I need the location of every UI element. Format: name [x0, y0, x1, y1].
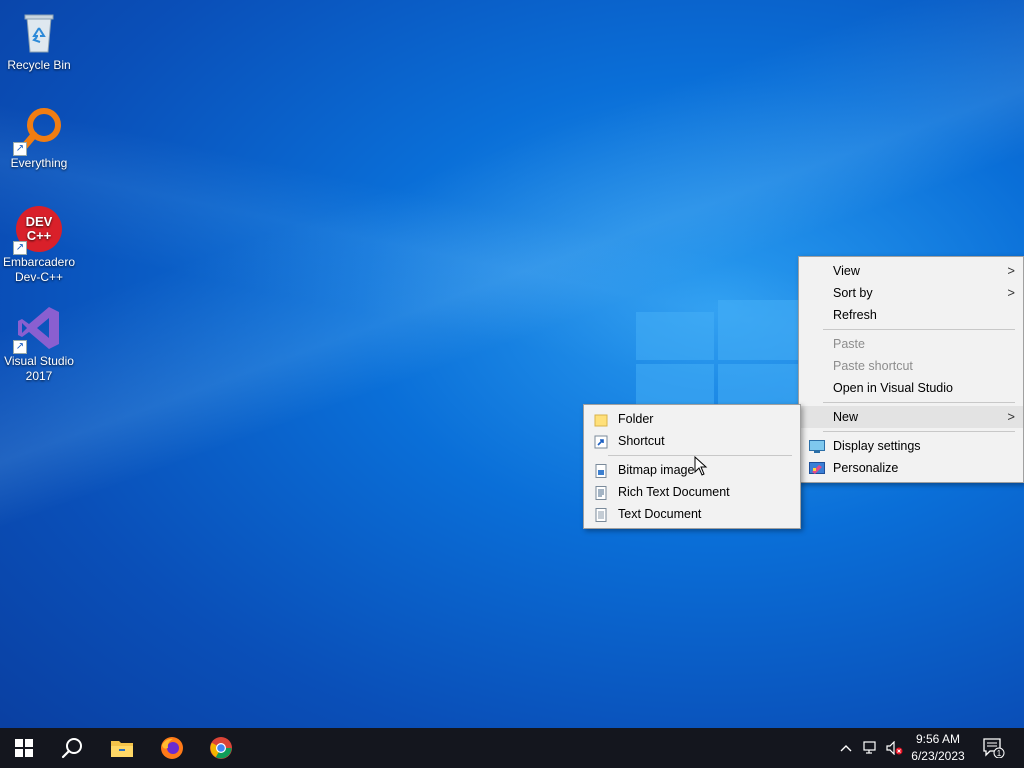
recycle-bin-icon — [15, 8, 63, 56]
chevron-right-icon: > — [1007, 263, 1015, 278]
menu-item-sort-by[interactable]: Sort by > — [799, 282, 1023, 304]
menu-item-paste[interactable]: Paste — [799, 333, 1023, 355]
bitmap-icon — [594, 463, 608, 478]
new-item-text-document[interactable]: Text Document — [584, 503, 800, 525]
everything-search-icon: ↗ — [13, 106, 63, 156]
shortcut-arrow-icon: ↗ — [13, 241, 27, 255]
wallpaper-windows-logo — [636, 292, 816, 412]
desktop-icon-label: Everything — [10, 156, 68, 170]
volume-button[interactable] — [884, 728, 906, 768]
mouse-cursor-icon — [694, 456, 708, 476]
desktop-icon-label: Visual Studio 2017 — [4, 354, 74, 383]
new-item-shortcut[interactable]: Shortcut — [584, 430, 800, 452]
menu-item-label: Open in Visual Studio — [833, 381, 953, 395]
menu-separator — [823, 402, 1015, 403]
menu-item-label: Display settings — [833, 439, 921, 453]
chevron-right-icon: > — [1007, 409, 1015, 424]
menu-item-label: New — [833, 410, 859, 424]
menu-item-label: View — [833, 264, 860, 278]
volume-muted-icon — [886, 741, 903, 755]
windows-start-icon — [15, 739, 33, 757]
menu-item-label: Text Document — [618, 507, 702, 521]
menu-item-refresh[interactable]: Refresh — [799, 304, 1023, 326]
menu-separator — [823, 431, 1015, 432]
devcpp-badge-top: DEV — [26, 214, 53, 229]
clock-date: 6/23/2023 — [911, 749, 965, 763]
shortcut-icon — [594, 434, 608, 449]
desktop-icon-devcpp[interactable]: DEV C++ ↗ Embarcadero Dev-C++ — [0, 205, 78, 285]
network-button[interactable] — [860, 728, 882, 768]
new-item-bitmap-image[interactable]: Bitmap image — [584, 459, 800, 481]
menu-item-new[interactable]: New > — [799, 406, 1023, 428]
firefox-icon — [161, 737, 183, 759]
chevron-right-icon: > — [1007, 285, 1015, 300]
menu-item-label: Bitmap image — [618, 463, 695, 477]
menu-separator — [823, 329, 1015, 330]
menu-item-label: Folder — [618, 412, 654, 426]
chevron-up-icon — [840, 745, 852, 752]
taskbar-chrome[interactable] — [197, 728, 245, 768]
menu-item-label: Sort by — [833, 286, 873, 300]
shortcut-arrow-icon: ↗ — [13, 340, 27, 354]
shortcut-arrow-icon: ↗ — [13, 142, 27, 156]
menu-item-label: Paste shortcut — [833, 359, 913, 373]
start-button[interactable] — [0, 728, 48, 768]
menu-item-display-settings[interactable]: Display settings — [799, 435, 1023, 457]
taskbar: 9:56 AM 6/23/2023 1 — [0, 728, 1024, 768]
folder-icon — [594, 412, 608, 427]
file-explorer-icon — [111, 741, 133, 757]
menu-item-label: Personalize — [833, 461, 899, 475]
visual-studio-icon: ↗ — [13, 304, 63, 354]
display-icon — [809, 439, 825, 453]
menu-item-label: Refresh — [833, 308, 877, 322]
menu-item-label: Paste — [833, 337, 865, 351]
desktop-icon-visual-studio[interactable]: ↗ Visual Studio 2017 — [0, 304, 78, 384]
new-item-rich-text-document[interactable]: Rich Text Document — [584, 481, 800, 503]
search-icon — [61, 738, 82, 759]
text-document-icon — [594, 507, 608, 522]
new-submenu: Folder Shortcut Bitmap image Rich Text D… — [583, 404, 801, 529]
taskbar-firefox[interactable] — [148, 728, 196, 768]
taskbar-file-explorer[interactable] — [98, 728, 146, 768]
menu-item-personalize[interactable]: Personalize — [799, 457, 1023, 479]
desktop-icon-everything[interactable]: ↗ Everything — [0, 106, 78, 171]
notification-count: 1 — [997, 749, 1002, 758]
menu-item-open-in-visual-studio[interactable]: Open in Visual Studio — [799, 377, 1023, 399]
menu-item-view[interactable]: View > — [799, 260, 1023, 282]
personalize-icon — [809, 461, 825, 475]
desktop-icon-recycle-bin[interactable]: Recycle Bin — [0, 8, 78, 73]
search-button[interactable] — [48, 728, 96, 768]
rtf-icon — [594, 485, 608, 500]
chrome-icon — [210, 737, 232, 759]
show-hidden-icons-button[interactable] — [836, 728, 856, 768]
desktop-icon-label: Recycle Bin — [7, 58, 71, 72]
action-center-button[interactable]: 1 — [976, 728, 1012, 768]
devcpp-icon: DEV C++ ↗ — [13, 205, 63, 255]
new-item-folder[interactable]: Folder — [584, 408, 800, 430]
desktop-icon-label: Embarcadero Dev-C++ — [2, 255, 76, 284]
desktop[interactable]: Recycle Bin ↗ Everything DEV C++ ↗ Embar… — [0, 0, 1024, 728]
network-icon — [863, 741, 876, 754]
notification-icon: 1 — [983, 738, 1005, 758]
devcpp-badge-bottom: C++ — [27, 228, 52, 243]
clock[interactable]: 9:56 AM 6/23/2023 — [906, 732, 970, 763]
menu-item-paste-shortcut[interactable]: Paste shortcut — [799, 355, 1023, 377]
desktop-context-menu: View > Sort by > Refresh Paste Paste sho… — [798, 256, 1024, 483]
clock-time: 9:56 AM — [915, 732, 961, 746]
menu-item-label: Shortcut — [618, 434, 665, 448]
menu-item-label: Rich Text Document — [618, 485, 730, 499]
